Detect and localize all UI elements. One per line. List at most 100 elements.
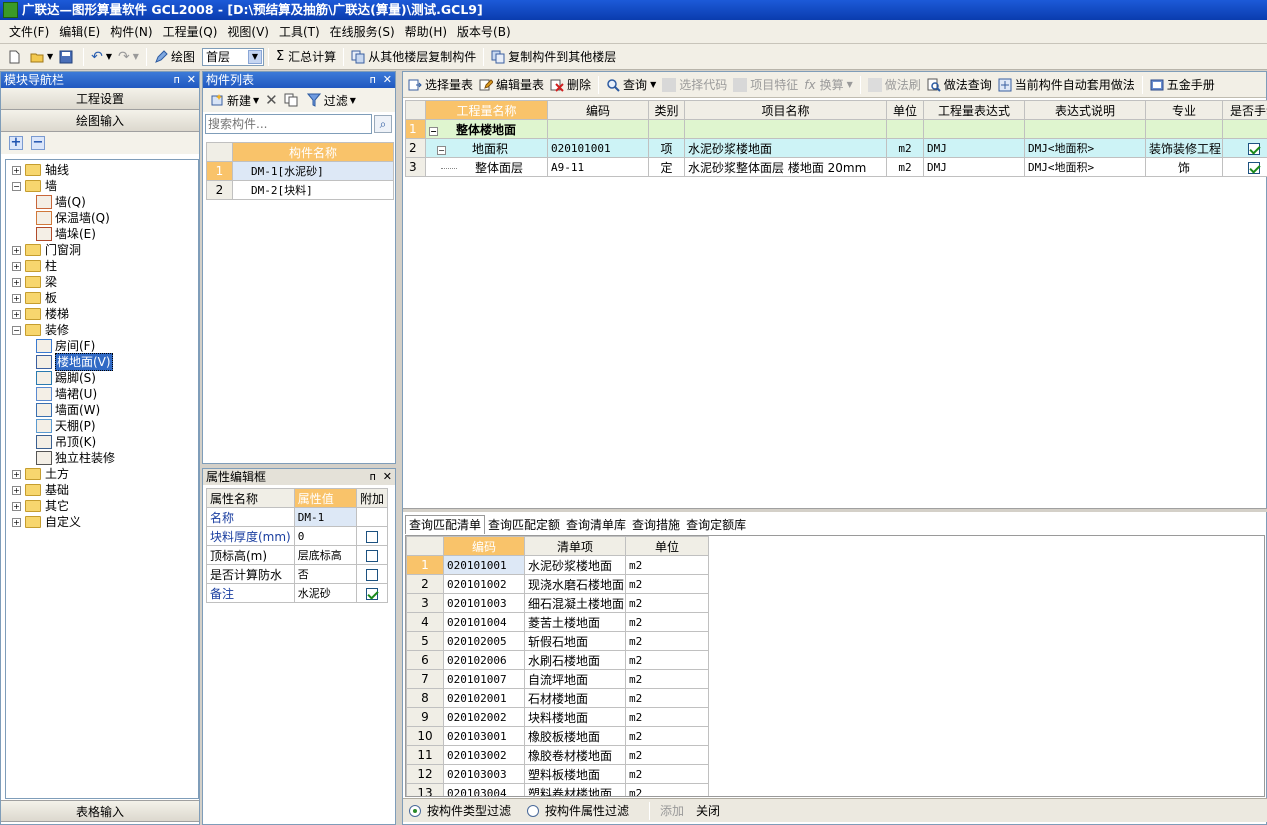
list-unit[interactable]: m2 (625, 669, 709, 689)
type-cell[interactable]: 项 (648, 138, 685, 158)
copy-from-floor-button[interactable]: 从其他楼层复制构件 (348, 46, 479, 68)
tree-folder[interactable]: + 基础 (12, 482, 69, 498)
table-row[interactable]: 7 020101007 自流坪地面 m2 (406, 669, 709, 689)
list-unit[interactable]: m2 (625, 745, 709, 765)
menu-tools[interactable]: 工具(T) (274, 21, 325, 43)
tree-leaf[interactable]: 楼地面(V) (36, 353, 113, 371)
code-cell[interactable]: 020101001 (547, 138, 649, 158)
list-item-name[interactable]: 菱苦土楼地面 (524, 612, 626, 632)
collapse-icon[interactable]: − (12, 325, 21, 335)
delete-component-button[interactable]: ✕ (262, 89, 281, 111)
property-extra[interactable] (355, 564, 389, 584)
specialty-cell[interactable]: 装饰装修工程 (1145, 138, 1223, 158)
list-unit[interactable]: m2 (625, 555, 709, 575)
expand-icon[interactable]: + (12, 501, 21, 511)
tree-folder[interactable]: + 楼梯 (12, 306, 69, 322)
auto-apply-method-button[interactable]: 当前构件自动套用做法 (995, 74, 1138, 96)
tree-folder[interactable]: + 柱 (12, 258, 57, 274)
new-file-button[interactable] (4, 46, 27, 68)
list-code[interactable]: 020102005 (443, 631, 525, 651)
list-item-name[interactable]: 水刷石楼地面 (524, 650, 626, 670)
extra-checkbox[interactable] (365, 549, 378, 562)
table-row[interactable]: 1 DM-1[水泥砂] (206, 161, 394, 181)
specialty-cell[interactable]: 饰 (1145, 157, 1223, 177)
list-unit[interactable]: m2 (625, 783, 709, 796)
code-cell[interactable]: A9-11 (547, 157, 649, 177)
table-row[interactable]: 2 020101002 现浇水磨石楼地面 m2 (406, 574, 709, 594)
table-row[interactable]: 5 020102005 斩假石地面 m2 (406, 631, 709, 651)
unit-cell[interactable]: m2 (886, 138, 924, 158)
property-row[interactable]: 备注 水泥砂 (206, 583, 389, 603)
item-name-cell[interactable]: 水泥砂浆整体面层 楼地面 20mm (684, 157, 887, 177)
list-item-name[interactable]: 水泥砂浆楼地面 (524, 555, 626, 575)
close-icon[interactable]: ✕ (187, 73, 196, 86)
method-query-button[interactable]: 做法查询 (924, 74, 995, 96)
table-row[interactable]: 1 − 整体楼地面 (405, 119, 1267, 139)
property-row[interactable]: 是否计算防水否 (206, 564, 389, 584)
pin-icon[interactable]: ᴨ (370, 470, 376, 483)
menu-quantity[interactable]: 工程量(Q) (158, 21, 223, 43)
property-row[interactable]: 顶标高(m) 层底标高 (206, 545, 389, 565)
list-item-name[interactable]: 橡胶卷材楼地面 (524, 745, 626, 765)
list-item-name[interactable]: 橡胶板楼地面 (524, 726, 626, 746)
tab-query-quota-library[interactable]: 查询定额库 (683, 516, 749, 534)
method-brush-button[interactable]: 做法刷 (865, 74, 924, 96)
item-feature-button[interactable]: 项目特征 (730, 74, 801, 96)
project-settings-button[interactable]: 工程设置 (1, 88, 199, 110)
new-component-button[interactable]: 新建 ▼ (207, 89, 262, 111)
extra-checkbox[interactable] (365, 587, 378, 600)
tree-leaf[interactable]: 墙裙(U) (36, 386, 97, 402)
list-unit[interactable]: m2 (625, 688, 709, 708)
quantity-name-cell[interactable]: − 整体楼地面 (425, 119, 548, 139)
list-item-name[interactable]: 自流坪地面 (524, 669, 626, 689)
property-extra[interactable] (355, 545, 389, 565)
tree-leaf[interactable]: 墙(Q) (36, 194, 86, 210)
convert-button[interactable]: fx 换算 ▼ (801, 74, 856, 96)
tree-leaf[interactable]: 独立柱装修 (36, 450, 115, 466)
table-row[interactable]: 10 020103001 橡胶板楼地面 m2 (406, 726, 709, 746)
list-item-name[interactable]: 细石混凝土楼地面 (524, 593, 626, 613)
list-code[interactable]: 020103004 (443, 783, 525, 796)
close-icon[interactable]: ✕ (383, 470, 392, 483)
expression-cell[interactable]: DMJ (923, 138, 1025, 158)
select-list-button[interactable]: 选择量表 (405, 74, 476, 96)
manual-cell[interactable] (1222, 138, 1267, 158)
filter-by-type-option[interactable]: 按构件类型过滤 (409, 802, 511, 819)
search-icon[interactable]: ⌕ (374, 115, 392, 133)
tree-folder[interactable]: + 土方 (12, 466, 69, 482)
tab-query-match-list[interactable]: 查询匹配清单 (405, 515, 486, 534)
horizontal-splitter[interactable] (403, 508, 1267, 512)
property-value[interactable]: 0 (293, 526, 357, 546)
tab-query-list-library[interactable]: 查询清单库 (563, 516, 629, 534)
delete-button[interactable]: 删除 (547, 74, 594, 96)
list-unit[interactable]: m2 (625, 612, 709, 632)
list-code[interactable]: 020102001 (443, 688, 525, 708)
list-unit[interactable]: m2 (625, 593, 709, 613)
select-code-button[interactable]: 选择代码 (659, 74, 730, 96)
expand-icon[interactable]: + (12, 485, 21, 495)
table-row[interactable]: 6 020102006 水刷石楼地面 m2 (406, 650, 709, 670)
tree-leaf[interactable]: 天棚(P) (36, 418, 96, 434)
type-cell[interactable]: 定 (648, 157, 685, 177)
list-item-name[interactable]: 现浇水磨石楼地面 (524, 574, 626, 594)
expand-icon[interactable]: + (12, 261, 21, 271)
list-unit[interactable]: m2 (625, 631, 709, 651)
pin-icon[interactable]: ᴨ (370, 73, 376, 86)
expand-icon[interactable]: + (12, 277, 21, 287)
tree-leaf[interactable]: 吊顶(K) (36, 434, 96, 450)
tree-folder[interactable]: − 墙 (12, 178, 57, 194)
tree-folder[interactable]: + 门窗洞 (12, 242, 81, 258)
tree-folder[interactable]: + 自定义 (12, 514, 81, 530)
filter-button[interactable]: 过滤 ▼ (304, 89, 359, 111)
expand-icon[interactable]: + (12, 293, 21, 303)
unit-cell[interactable]: m2 (886, 157, 924, 177)
list-code[interactable]: 020103003 (443, 764, 525, 784)
list-unit[interactable]: m2 (625, 764, 709, 784)
list-code[interactable]: 020101004 (443, 612, 525, 632)
menu-help[interactable]: 帮助(H) (400, 21, 452, 43)
component-name[interactable]: DM-1[水泥砂] (232, 161, 394, 181)
collapse-icon[interactable]: − (12, 181, 21, 191)
quantity-name-cell[interactable]: − 地面积 (425, 138, 548, 158)
save-button[interactable] (56, 46, 79, 68)
list-code[interactable]: 020101003 (443, 593, 525, 613)
